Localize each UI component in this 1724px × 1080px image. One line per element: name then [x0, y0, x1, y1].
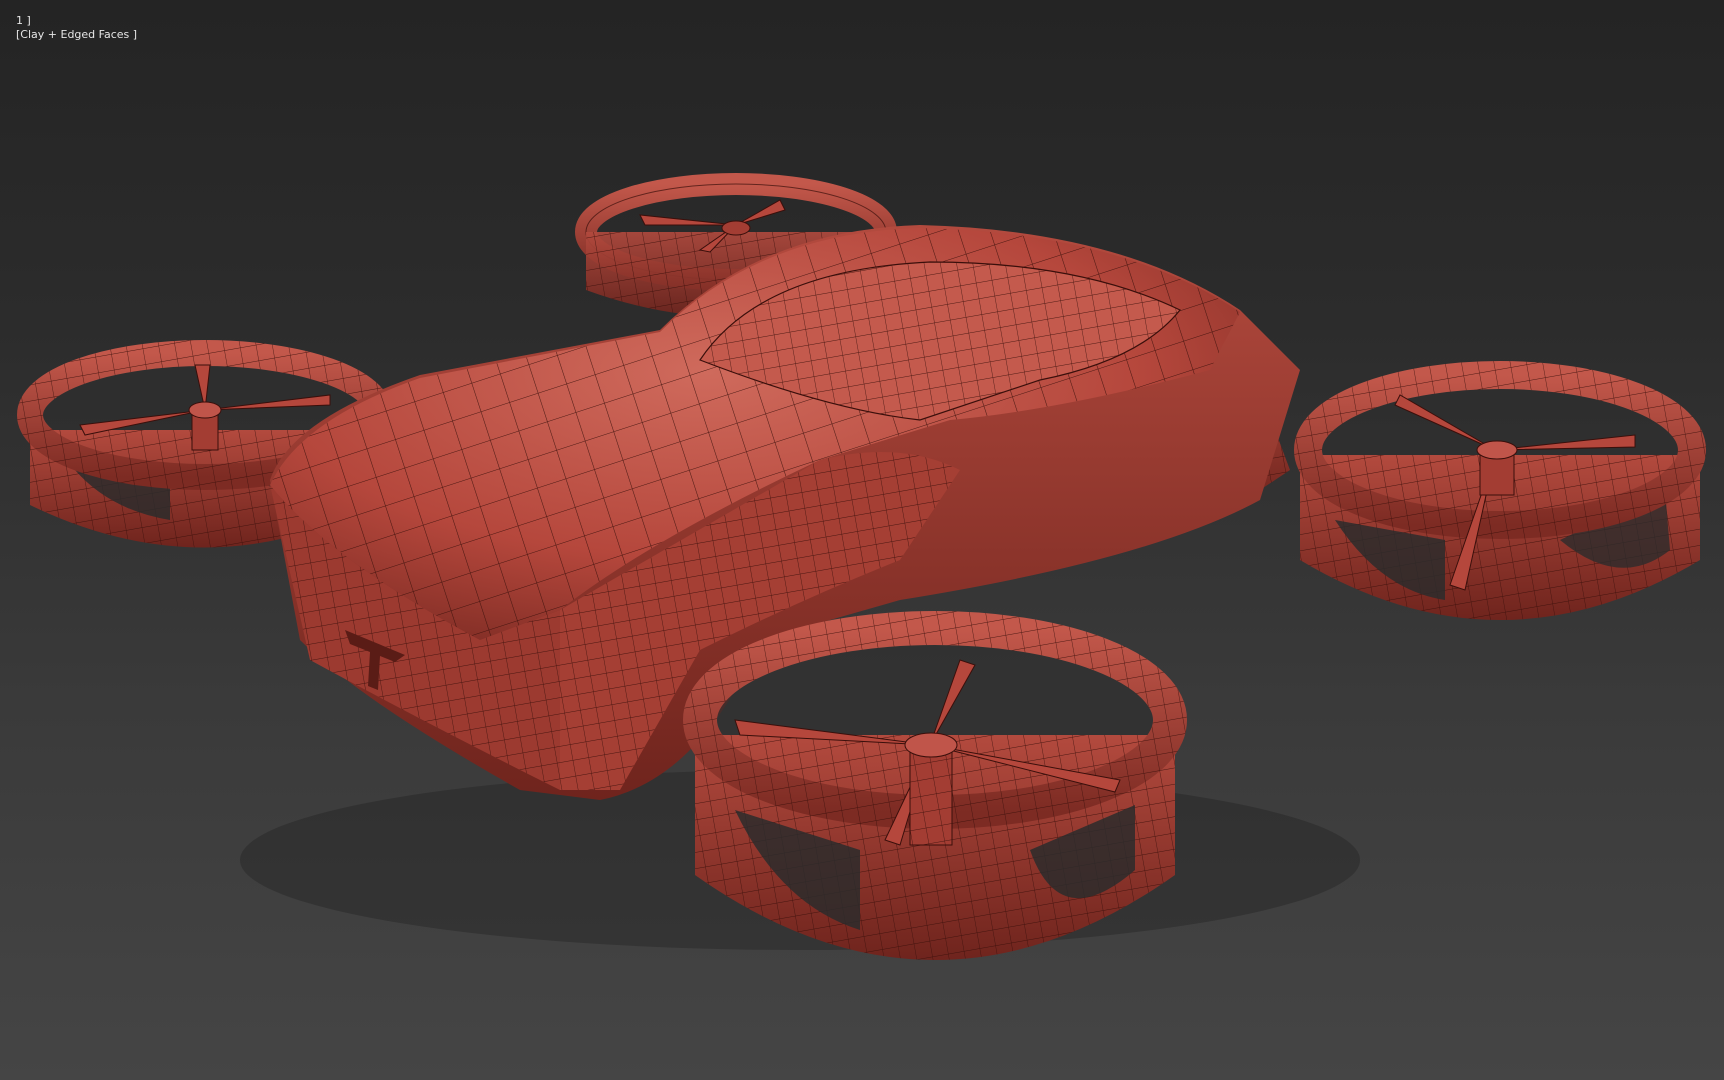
3d-viewport[interactable]: 1 ] [Clay + Edged Faces ] [0, 0, 1724, 1080]
rotor-right[interactable] [1294, 361, 1706, 620]
scene-render [17, 173, 1706, 960]
rotor-front[interactable] [683, 611, 1187, 960]
